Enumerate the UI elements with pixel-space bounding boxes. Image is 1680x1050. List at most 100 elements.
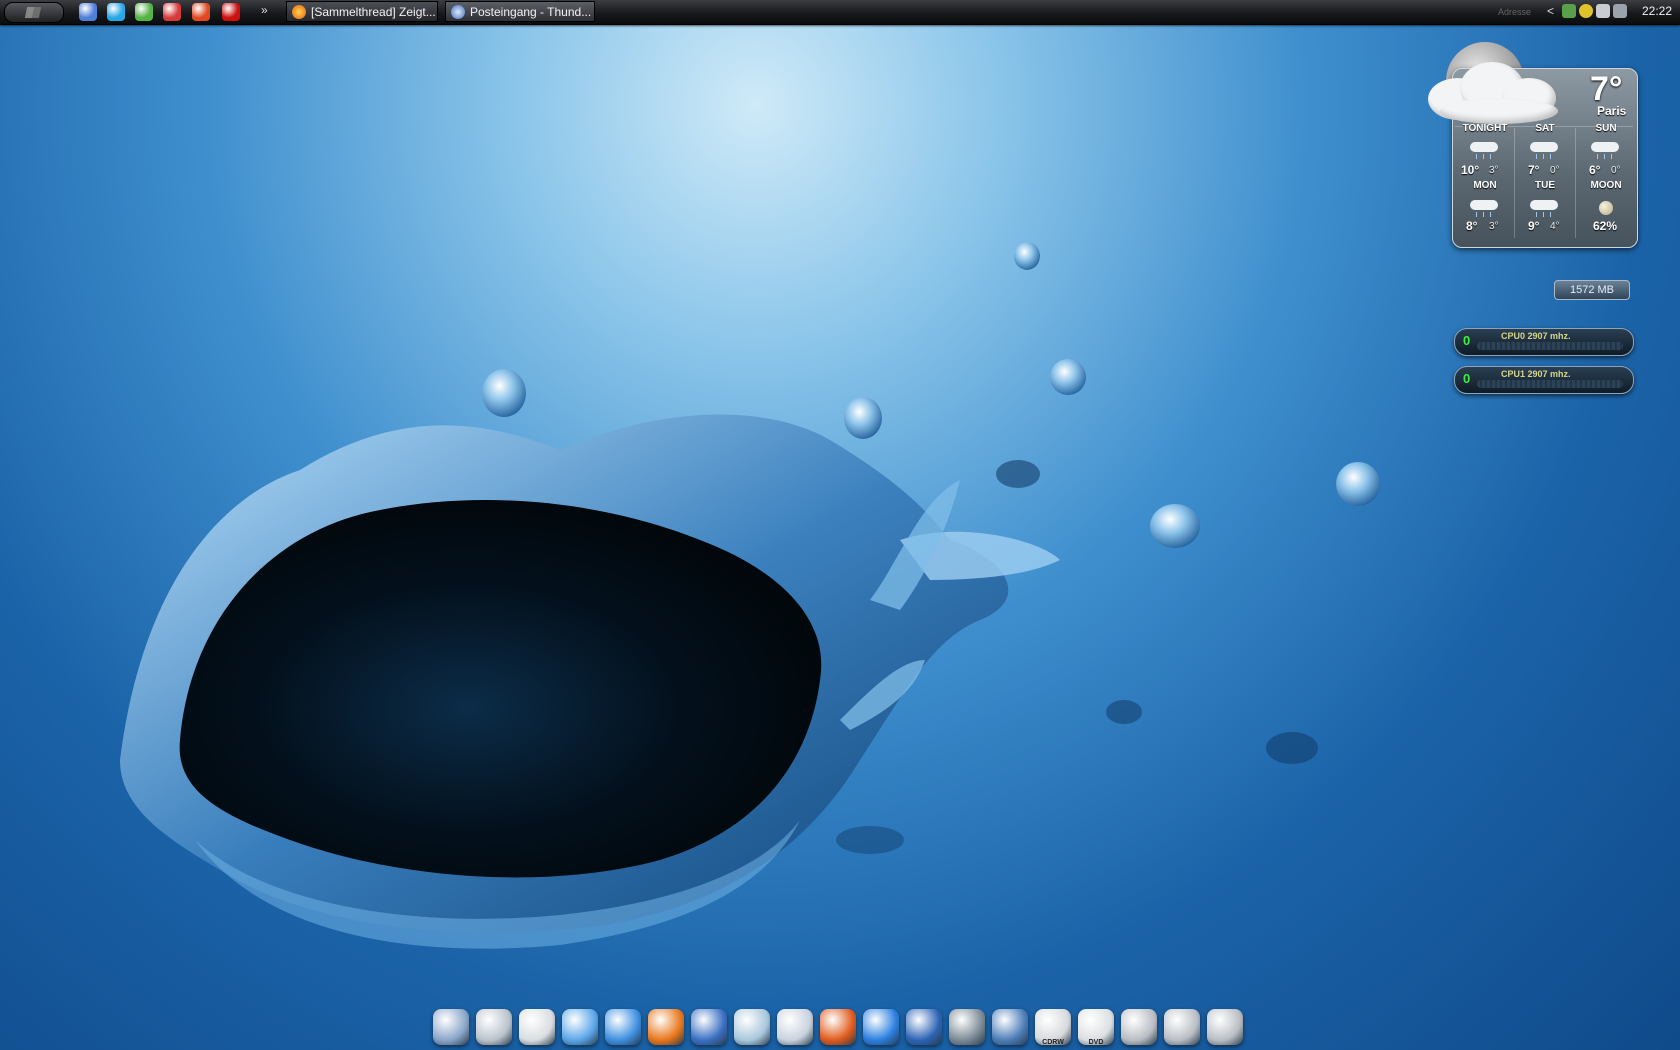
forecast-high: 10° — [1461, 163, 1480, 177]
task-label: Posteingang - Thund... — [470, 5, 592, 19]
dock-item-nero-disc[interactable] — [774, 1006, 816, 1048]
dock: CDRW DVD — [430, 1006, 1250, 1050]
windows-logo-icon — [24, 7, 42, 18]
clock[interactable]: 22:22 — [1642, 4, 1672, 18]
thunderbird-icon — [451, 5, 465, 19]
forecast-low: 0° — [1611, 165, 1621, 176]
my-computer-icon — [433, 1009, 469, 1045]
dock-item-hard-drive-1[interactable] — [1118, 1006, 1160, 1048]
dock-item-cdrw-drive[interactable]: CDRW — [1032, 1006, 1074, 1048]
photo-tools-icon — [992, 1009, 1028, 1045]
dock-item-media-player[interactable] — [602, 1006, 644, 1048]
thunderbird-icon — [691, 1009, 727, 1045]
rain-icon — [1591, 140, 1619, 159]
quicklaunch-show-desktop[interactable] — [79, 3, 97, 21]
network-icon — [476, 1009, 512, 1045]
printer-icon — [519, 1009, 555, 1045]
dock-item-winamp[interactable] — [817, 1006, 859, 1048]
recycle-bin-icon — [734, 1009, 770, 1045]
address-bar-label[interactable]: Adresse — [1498, 7, 1531, 17]
forecast-day-label: MOON — [1590, 180, 1622, 191]
forecast-high: 8° — [1466, 219, 1478, 233]
forecast-day-label: SAT — [1535, 123, 1555, 134]
cpu0-label: CPU0 2907 mhz. — [1501, 331, 1571, 341]
cpu1-value: 0 — [1463, 371, 1471, 386]
hard-drive-2-icon — [1164, 1009, 1200, 1045]
forecast-high: 9° — [1528, 219, 1540, 233]
media-player-icon — [605, 1009, 641, 1045]
quicklaunch-scissors[interactable] — [163, 3, 181, 21]
status-tray-icon[interactable] — [1579, 4, 1593, 18]
cpu1-meter: 0 CPU1 2907 mhz. — [1454, 366, 1634, 394]
rain-icon — [1470, 198, 1498, 217]
scissors-icon — [163, 3, 181, 21]
dock-item-itunes[interactable] — [559, 1006, 601, 1048]
mail-tray-icon[interactable] — [1562, 4, 1576, 18]
hard-drive-1-icon — [1121, 1009, 1157, 1045]
quicklaunch-utorrent[interactable] — [135, 3, 153, 21]
forecast-low: 3° — [1489, 221, 1499, 232]
dock-item-printer[interactable] — [516, 1006, 558, 1048]
moon-phase-icon — [1599, 201, 1613, 215]
cpu0-meter: 0 CPU0 2907 mhz. — [1454, 328, 1634, 356]
dock-item-label: CDRW — [1042, 1039, 1064, 1046]
dock-item-my-computer[interactable] — [430, 1006, 472, 1048]
forecast-low: 3° — [1489, 165, 1499, 176]
dock-item-camera[interactable] — [946, 1006, 988, 1048]
quicklaunch-firefox[interactable] — [192, 3, 210, 21]
rain-icon — [1530, 198, 1558, 217]
dock-item-hard-drive-3[interactable] — [1204, 1006, 1246, 1048]
cpu1-bar — [1477, 380, 1623, 388]
firefox-icon — [648, 1009, 684, 1045]
calculator-icon — [906, 1009, 942, 1045]
forecast-day-label: TUE — [1535, 180, 1555, 191]
weather-city: Paris — [1597, 104, 1627, 118]
dock-item-calculator[interactable] — [903, 1006, 945, 1048]
nero-disc-icon — [777, 1009, 813, 1045]
dock-item-firefox[interactable] — [645, 1006, 687, 1048]
taskbar: » [Sammelthread] Zeigt... Posteingang - … — [0, 0, 1680, 25]
dock-item-network[interactable] — [473, 1006, 515, 1048]
itunes-icon — [562, 1009, 598, 1045]
show-desktop-icon — [79, 3, 97, 21]
internet-explorer-icon — [863, 1009, 899, 1045]
network-tray-icon[interactable] — [1596, 4, 1610, 18]
cpu0-bar — [1477, 342, 1623, 350]
forecast-day-label: MON — [1473, 180, 1497, 191]
dock-item-dvd-drive[interactable]: DVD — [1075, 1006, 1117, 1048]
dock-item-photo-tools[interactable] — [989, 1006, 1031, 1048]
quicklaunch-overflow-chevron[interactable]: » — [261, 3, 268, 17]
task-label: [Sammelthread] Zeigt... — [311, 5, 436, 19]
start-button[interactable] — [4, 2, 64, 23]
forecast-high: 6° — [1589, 163, 1601, 177]
cpu0-value: 0 — [1463, 333, 1471, 348]
forecast-day-label: TONIGHT — [1462, 123, 1508, 134]
quicklaunch-opera[interactable] — [222, 3, 240, 21]
skype-icon — [107, 3, 125, 21]
hard-drive-3-icon — [1207, 1009, 1243, 1045]
opera-icon — [222, 3, 240, 21]
utorrent-icon — [135, 3, 153, 21]
winamp-icon — [820, 1009, 856, 1045]
water-splash-wallpaper — [120, 242, 1380, 949]
forecast-high: 7° — [1528, 163, 1540, 177]
dock-item-hard-drive-2[interactable] — [1161, 1006, 1203, 1048]
rain-icon — [1470, 140, 1498, 159]
dock-item-recycle-bin[interactable] — [731, 1006, 773, 1048]
tray-expand-chevron[interactable]: < — [1547, 4, 1554, 18]
cpu1-label: CPU1 2907 mhz. — [1501, 369, 1571, 379]
moon-percentage: 62% — [1593, 219, 1618, 233]
task-button-firefox[interactable]: [Sammelthread] Zeigt... — [286, 1, 438, 22]
camera-icon — [949, 1009, 985, 1045]
quicklaunch-skype[interactable] — [107, 3, 125, 21]
task-button-thunderbird[interactable]: Posteingang - Thund... — [445, 1, 595, 22]
rain-icon — [1530, 140, 1558, 159]
forecast-day-label: SUN — [1595, 123, 1617, 134]
dock-item-thunderbird[interactable] — [688, 1006, 730, 1048]
dock-item-internet-explorer[interactable] — [860, 1006, 902, 1048]
forecast-low: 0° — [1550, 165, 1560, 176]
dock-item-label: DVD — [1088, 1039, 1104, 1046]
memory-meter: 1572 MB — [1554, 280, 1630, 300]
firefox-icon — [292, 5, 306, 19]
volume-tray-icon[interactable] — [1613, 4, 1627, 18]
